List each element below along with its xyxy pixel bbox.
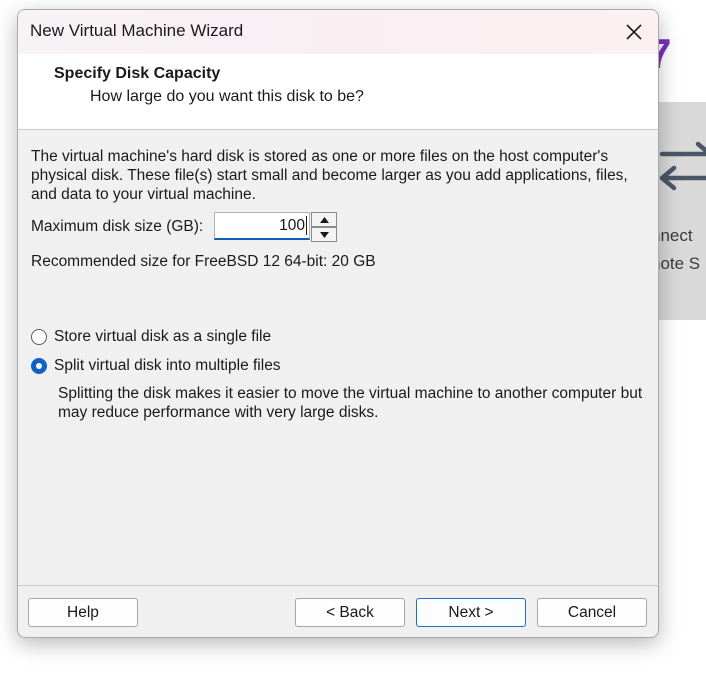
arrows-transfer-icon bbox=[659, 141, 706, 191]
cancel-button[interactable]: Cancel bbox=[537, 598, 647, 627]
back-button[interactable]: < Back bbox=[295, 598, 405, 627]
arrow-down-icon bbox=[319, 231, 329, 238]
max-disk-size-label: Maximum disk size (GB): bbox=[31, 218, 204, 235]
split-files-radio[interactable] bbox=[31, 358, 47, 374]
new-vm-wizard-dialog: New Virtual Machine Wizard Specify Disk … bbox=[17, 9, 659, 638]
single-file-option[interactable]: Store virtual disk as a single file bbox=[31, 326, 271, 348]
page-title: Specify Disk Capacity bbox=[54, 65, 221, 82]
help-button[interactable]: Help bbox=[28, 598, 138, 627]
footer-divider bbox=[18, 585, 658, 586]
close-icon bbox=[626, 24, 642, 40]
increment-button[interactable] bbox=[311, 212, 337, 227]
arrow-up-icon bbox=[319, 216, 329, 223]
disk-size-spinner bbox=[311, 212, 337, 242]
dialog-titlebar[interactable]: New Virtual Machine Wizard bbox=[18, 10, 658, 54]
dialog-title: New Virtual Machine Wizard bbox=[30, 21, 244, 40]
text-cursor bbox=[306, 216, 307, 235]
page-subtitle: How large do you want this disk to be? bbox=[90, 88, 364, 105]
split-files-option[interactable]: Split virtual disk into multiple files bbox=[31, 355, 281, 377]
single-file-radio[interactable] bbox=[31, 329, 47, 345]
recommended-size-text: Recommended size for FreeBSD 12 64-bit: … bbox=[31, 253, 376, 270]
disk-description: The virtual machine's hard disk is store… bbox=[31, 148, 628, 203]
max-disk-size-input[interactable] bbox=[214, 212, 310, 240]
decrement-button[interactable] bbox=[311, 227, 337, 242]
split-disk-note: Splitting the disk makes it easier to mo… bbox=[58, 385, 643, 421]
close-button[interactable] bbox=[610, 10, 658, 54]
split-files-label: Split virtual disk into multiple files bbox=[54, 357, 281, 374]
single-file-label: Store virtual disk as a single file bbox=[54, 328, 272, 345]
next-button[interactable]: Next > bbox=[416, 598, 526, 627]
wizard-header: Specify Disk Capacity How large do you w… bbox=[18, 54, 658, 130]
